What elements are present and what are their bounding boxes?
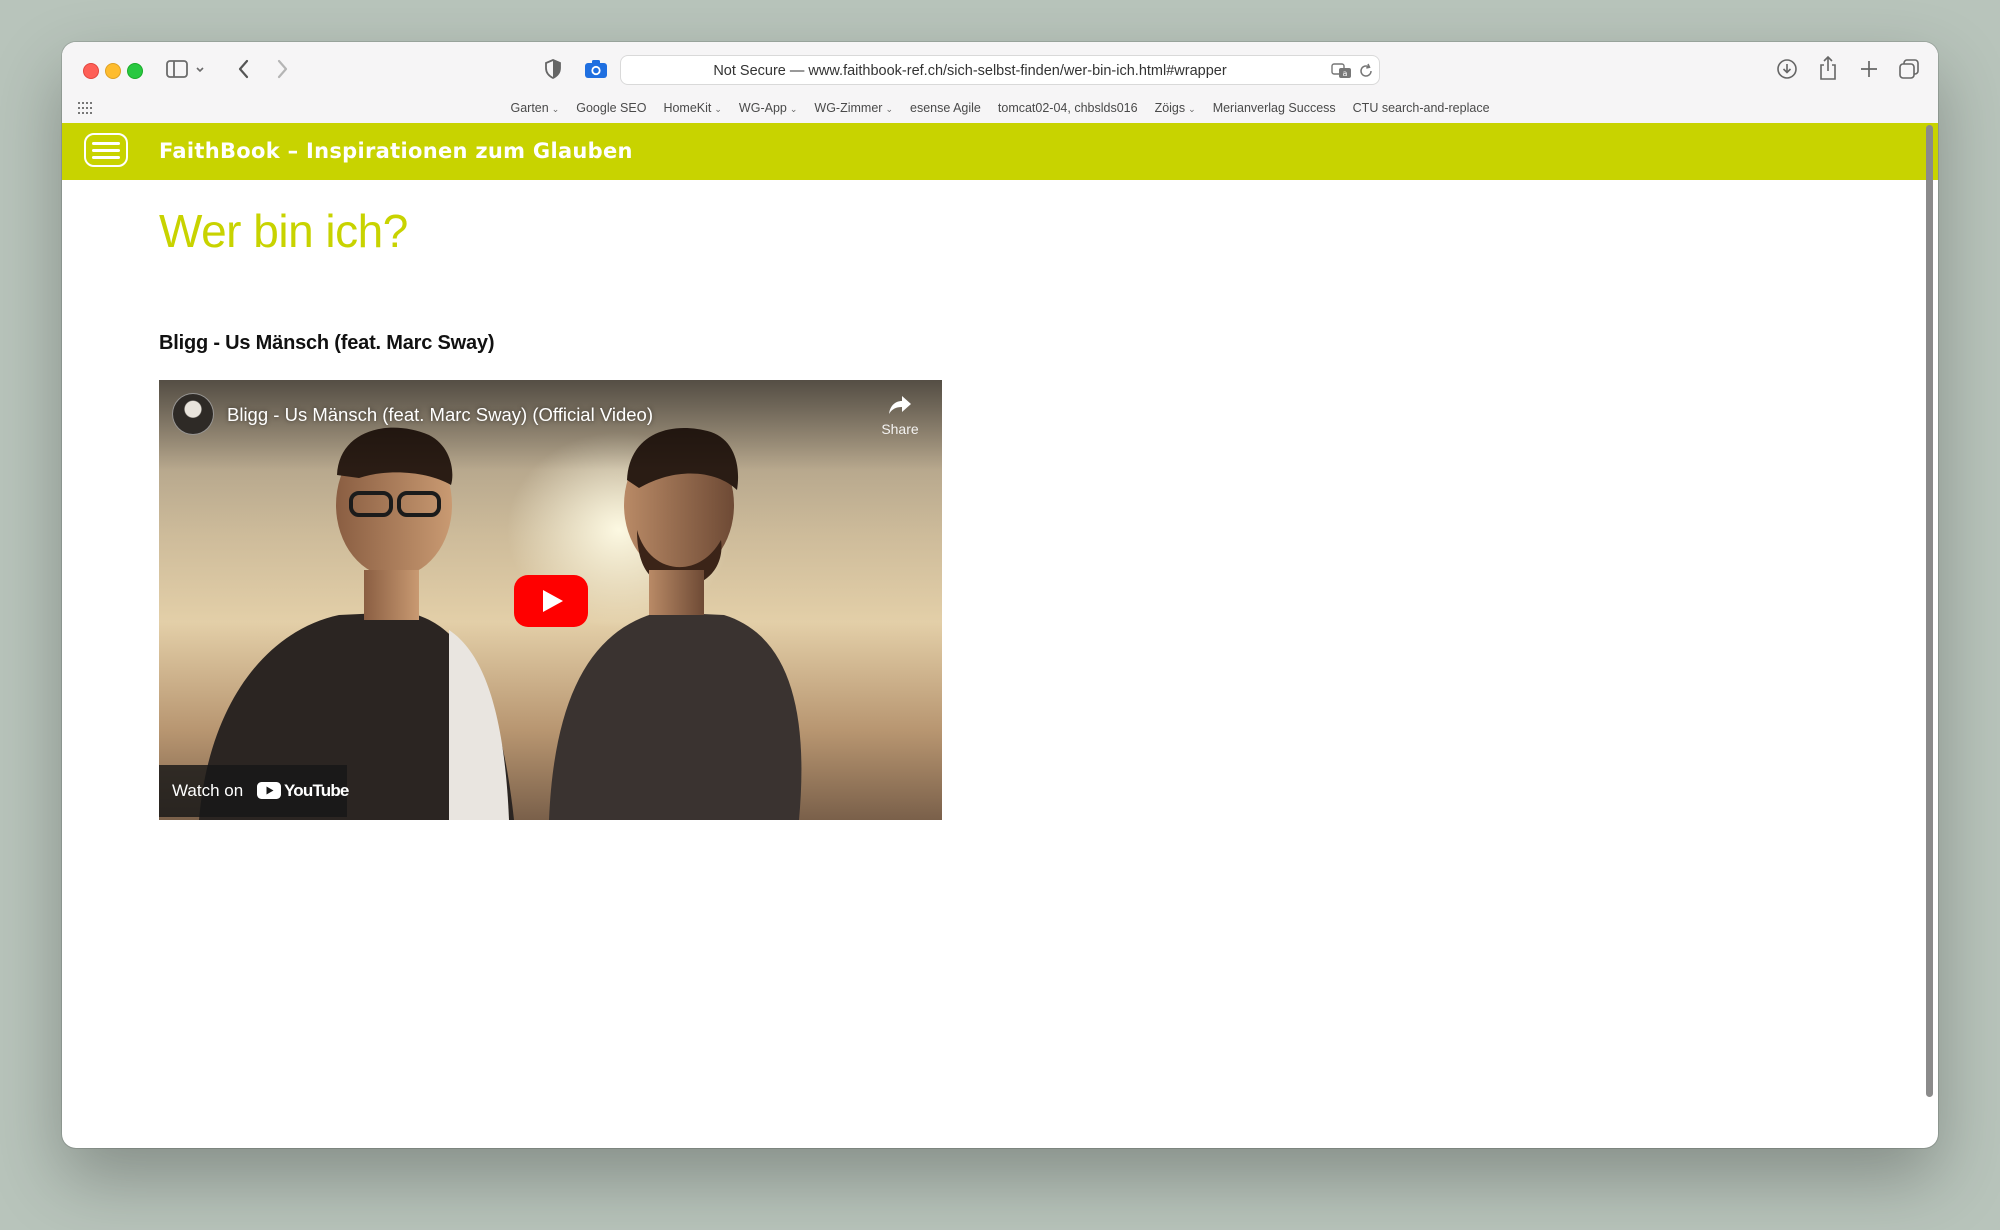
bookmark-label: CTU search-and-replace [1352,101,1490,115]
bookmark-label: WG-Zimmer [814,101,883,115]
reload-icon[interactable] [1358,63,1374,79]
svg-text:a: a [1343,69,1348,78]
forward-icon[interactable] [274,58,290,80]
browser-toolbar: Not Secure — www.faithbook-ref.ch/sich-s… [62,42,1938,124]
bookmark-label: Zöigs [1154,101,1186,115]
bookmark-item[interactable]: WG-App ⌄ [739,101,797,115]
close-window-button[interactable] [83,63,99,79]
share-label: Share [881,421,919,437]
share-button[interactable]: Share [873,394,927,437]
youtube-logo-icon [257,782,281,799]
hamburger-menu-icon[interactable] [84,133,128,167]
shield-icon[interactable] [544,58,562,80]
page-scrollbar[interactable] [1926,125,1933,1097]
address-bar[interactable]: Not Secure — www.faithbook-ref.ch/sich-s… [620,55,1380,85]
chevron-down-icon: ⌄ [551,103,560,114]
chevron-down-icon: ⌄ [789,103,798,114]
browser-window: Not Secure — www.faithbook-ref.ch/sich-s… [62,42,1938,1148]
sidebar-icon[interactable] [166,59,208,81]
new-tab-icon[interactable] [1859,59,1879,79]
share-arrow-icon [889,396,911,414]
bookmark-label: HomeKit [663,101,712,115]
bookmark-label: Google SEO [576,101,647,115]
bookmark-item[interactable]: esense Agile [910,101,981,115]
site-header: FaithBook – Inspirationen zum Glauben [62,123,1938,180]
bookmark-label: WG-App [738,101,787,115]
bookmark-label: tomcat02-04, chbslds016 [997,101,1138,115]
bookmark-item[interactable]: Google SEO [576,101,646,115]
bookmark-item[interactable]: HomeKit ⌄ [663,101,721,115]
watch-on-youtube-button[interactable]: Watch on YouTube [159,765,349,817]
bookmark-item[interactable]: CTU search-and-replace [1353,101,1490,115]
bookmark-label: esense Agile [910,101,981,115]
bookmark-item[interactable]: tomcat02-04, chbslds016 [998,101,1138,115]
camera-icon[interactable] [584,59,608,79]
video-heading: Bligg - Us Mänsch (feat. Marc Sway) [159,332,495,354]
youtube-wordmark: YouTube [284,781,349,800]
translate-icon[interactable]: a [1331,63,1353,79]
channel-avatar[interactable] [172,393,214,435]
watch-on-label: Watch on [172,781,244,800]
play-button-icon[interactable] [514,575,588,627]
address-text: Not Secure — www.faithbook-ref.ch/sich-s… [713,63,1227,79]
bookmark-item[interactable]: Merianverlag Success [1213,101,1336,115]
tabs-overview-icon[interactable] [1898,58,1920,80]
bookmark-item[interactable]: WG-Zimmer ⌄ [814,101,893,115]
youtube-video-embed[interactable]: Bligg - Us Mänsch (feat. Marc Sway) (Off… [159,380,942,820]
page-title: Wer bin ich? [159,205,408,257]
minimize-window-button[interactable] [105,63,121,79]
download-icon[interactable] [1776,58,1798,80]
video-title[interactable]: Bligg - Us Mänsch (feat. Marc Sway) (Off… [227,404,653,426]
chevron-down-icon: ⌄ [885,103,893,114]
back-icon[interactable] [236,58,252,80]
bookmark-item[interactable]: Zöigs ⌄ [1155,101,1196,115]
bookmark-item[interactable]: Garten ⌄ [510,101,559,115]
chevron-down-icon: ⌄ [714,103,722,114]
bookmark-label: Garten [510,101,549,115]
maximize-window-button[interactable] [127,63,143,79]
chevron-down-icon: ⌄ [1188,103,1196,114]
bookmark-label: Merianverlag Success [1212,101,1336,115]
site-title[interactable]: FaithBook – Inspirationen zum Glauben [159,123,633,180]
bookmarks-bar: Garten ⌄ Google SEO HomeKit ⌄ WG-App ⌄ WG-Zimme… [62,97,1938,119]
share-icon[interactable] [1818,55,1838,81]
